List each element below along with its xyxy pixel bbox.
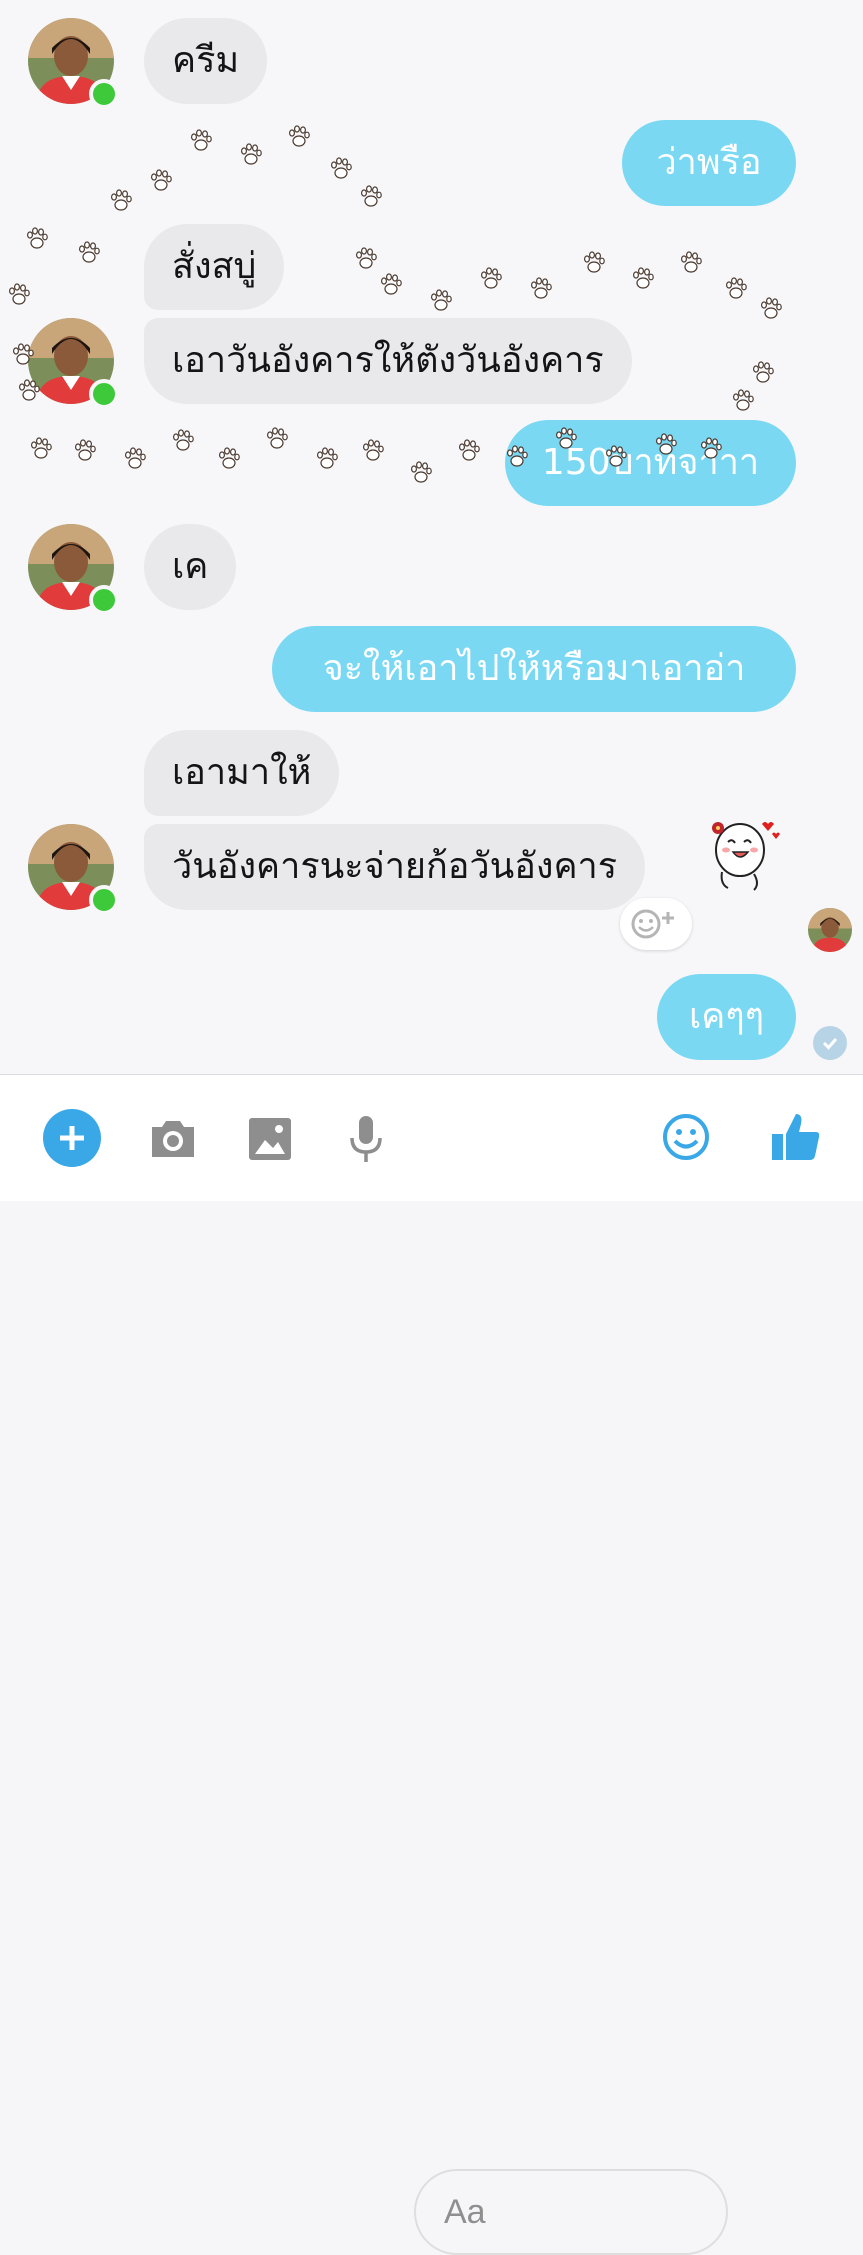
paw-print-icon <box>360 184 382 210</box>
paw-print-icon <box>110 188 132 214</box>
paw-print-icon <box>458 438 480 464</box>
incoming-message[interactable]: เค <box>144 524 237 610</box>
thumbs-up-icon <box>772 1114 820 1160</box>
emoji-button[interactable] <box>658 1109 714 1165</box>
paw-print-icon <box>124 446 146 472</box>
voice-button[interactable] <box>338 1111 394 1167</box>
paw-print-icon <box>752 360 774 386</box>
paw-print-icon <box>26 226 48 252</box>
sticker-image[interactable] <box>702 812 784 894</box>
paw-print-icon <box>150 168 172 194</box>
message-text: ว่าพรือ <box>656 142 762 183</box>
message-text: เค <box>172 546 209 587</box>
paw-print-icon <box>266 426 288 452</box>
online-status-dot <box>89 885 119 915</box>
online-status-dot <box>89 379 119 409</box>
paw-print-icon <box>583 250 605 276</box>
microphone-icon <box>350 1116 382 1162</box>
read-receipt-avatar <box>808 908 852 952</box>
paw-print-icon <box>30 436 52 462</box>
online-status-dot <box>89 585 119 615</box>
conversation-thread[interactable]: ครีม ว่าพรือ สั่งสบู่ เอาวันอังคารให้ตัง… <box>0 0 863 1074</box>
message-input[interactable]: Aa <box>414 2169 728 2255</box>
paw-print-icon <box>355 246 377 272</box>
paw-print-icon <box>480 266 502 292</box>
online-status-dot <box>89 79 119 109</box>
plus-icon <box>60 1126 84 1150</box>
incoming-message[interactable]: วันอังคารนะจ่ายก้อวันอังคาร <box>144 824 646 910</box>
message-text: วันอังคารนะจ่ายก้อวันอังคาร <box>172 846 618 887</box>
like-button[interactable] <box>766 1107 826 1167</box>
paw-print-icon <box>240 142 262 168</box>
plus-button[interactable] <box>43 1109 101 1167</box>
paw-print-icon <box>632 266 654 292</box>
incoming-message[interactable]: สั่งสบู่ <box>144 224 285 310</box>
outgoing-message[interactable]: 150บาทจาาา <box>505 420 796 506</box>
paw-print-icon <box>760 296 782 322</box>
incoming-message[interactable]: เอาวันอังคารให้ตังวันอังคาร <box>144 318 632 404</box>
outgoing-message[interactable]: ว่าพรือ <box>622 120 796 206</box>
paw-print-icon <box>410 460 432 486</box>
seen-check-icon <box>813 1026 847 1060</box>
message-text: สั่งสบู่ <box>172 246 257 287</box>
incoming-message[interactable]: เอามาให้ <box>144 730 340 816</box>
paw-print-icon <box>362 438 384 464</box>
add-reaction-icon <box>631 909 674 939</box>
incoming-message[interactable]: ครีม <box>144 18 268 104</box>
paw-print-icon <box>380 272 402 298</box>
camera-button[interactable] <box>145 1111 201 1167</box>
emoji-icon <box>663 1114 709 1160</box>
paw-print-icon <box>316 446 338 472</box>
message-text: ครีม <box>172 40 240 81</box>
paw-print-icon <box>430 288 452 314</box>
paw-print-icon <box>330 156 352 182</box>
message-text: 150บาทจาาา <box>541 442 760 483</box>
gallery-button[interactable] <box>242 1111 298 1167</box>
camera-icon <box>152 1121 194 1157</box>
paw-print-icon <box>74 438 96 464</box>
paw-print-icon <box>680 250 702 276</box>
paw-print-icon <box>218 446 240 472</box>
message-text: เอาวันอังคารให้ตังวันอังคาร <box>172 340 604 381</box>
paw-print-icon <box>530 276 552 302</box>
message-text: เอามาให้ <box>172 752 312 793</box>
paw-print-icon <box>8 282 30 308</box>
paw-print-icon <box>732 388 754 414</box>
outgoing-message[interactable]: เคๆๆ <box>657 974 796 1060</box>
paw-print-icon <box>190 128 212 154</box>
composer-bar: Aa <box>0 1074 863 2255</box>
message-input-placeholder: Aa <box>444 2192 486 2231</box>
paw-print-icon <box>725 276 747 302</box>
paw-print-icon <box>288 124 310 150</box>
image-icon <box>249 1118 291 1160</box>
message-text: จะให้เอาไปให้หรือมาเอาอ่า <box>322 648 746 689</box>
outgoing-message[interactable]: จะให้เอาไปให้หรือมาเอาอ่า <box>272 626 796 712</box>
message-text: เคๆๆ <box>688 996 765 1037</box>
add-reaction-button[interactable] <box>620 898 692 950</box>
paw-print-icon <box>172 428 194 454</box>
paw-print-icon <box>78 240 100 266</box>
